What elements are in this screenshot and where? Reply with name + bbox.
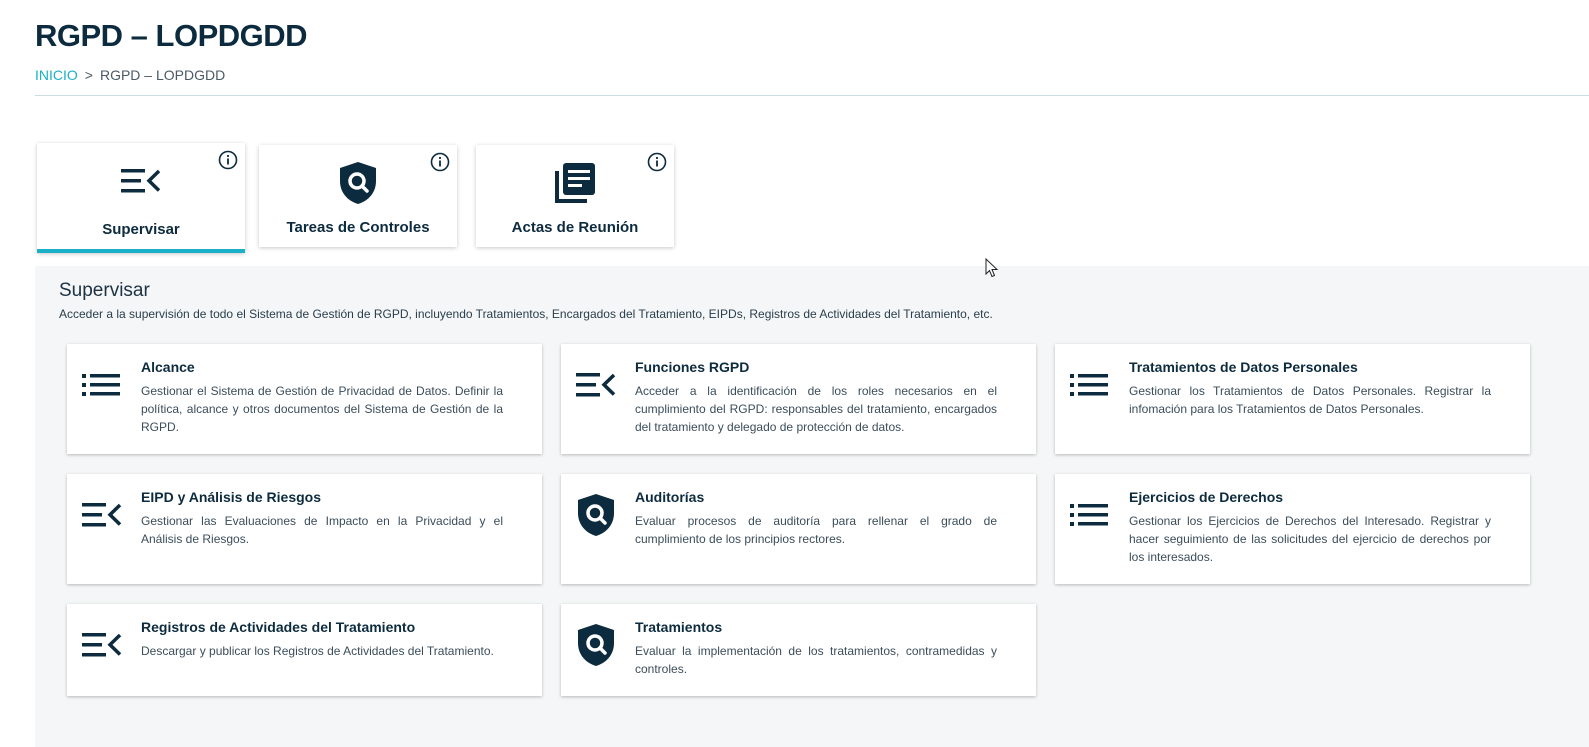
shield-search-icon bbox=[575, 624, 617, 666]
breadcrumb-current: RGPD – LOPDGDD bbox=[99, 67, 226, 83]
card-description: Evaluar procesos de auditoría para relle… bbox=[635, 514, 997, 546]
card-title: Funciones RGPD bbox=[635, 359, 750, 375]
info-icon[interactable] bbox=[647, 152, 667, 172]
info-icon[interactable] bbox=[218, 150, 238, 170]
header-divider bbox=[35, 95, 1589, 96]
info-icon[interactable] bbox=[430, 152, 450, 172]
list-collapse-icon bbox=[81, 624, 123, 666]
card-title: Auditorías bbox=[635, 489, 705, 505]
card-title: Alcance bbox=[141, 359, 195, 375]
card-tratamientos[interactable]: Tratamientos Evaluar la implementación d… bbox=[561, 604, 1036, 696]
card-title: Tratamientos de Datos Personales bbox=[1129, 359, 1358, 375]
card-description: Gestionar el Sistema de Gestión de Priva… bbox=[141, 384, 503, 434]
card-ejercicios-derechos[interactable]: Ejercicios de Derechos Gestionar los Eje… bbox=[1055, 474, 1530, 584]
card-auditorias[interactable]: Auditorías Evaluar procesos de auditoría… bbox=[561, 474, 1036, 584]
breadcrumb: INICIO > RGPD – LOPDGDD bbox=[35, 67, 225, 83]
documents-icon bbox=[553, 161, 597, 205]
card-tratamientos-datos-personales[interactable]: Tratamientos de Datos Personales Gestion… bbox=[1055, 344, 1530, 454]
list-collapse-icon bbox=[575, 364, 617, 406]
card-description: Gestionar las Evaluaciones de Impacto en… bbox=[141, 514, 503, 546]
tab-actas-de-reunion[interactable]: Actas de Reunión bbox=[476, 145, 674, 247]
card-eipd-analisis-riesgos[interactable]: EIPD y Análisis de Riesgos Gestionar las… bbox=[67, 474, 542, 584]
card-description: Gestionar los Tratamientos de Datos Pers… bbox=[1129, 384, 1491, 416]
shield-search-icon bbox=[339, 161, 377, 205]
tab-supervisar[interactable]: Supervisar bbox=[37, 143, 245, 253]
tab-tareas-de-controles[interactable]: Tareas de Controles bbox=[259, 145, 457, 247]
list-collapse-icon bbox=[121, 159, 161, 203]
card-description: Acceder a la identificación de los roles… bbox=[635, 384, 997, 434]
list-collapse-icon bbox=[81, 494, 123, 536]
breadcrumb-home-link[interactable]: INICIO bbox=[35, 67, 78, 83]
tab-label: Tareas de Controles bbox=[286, 219, 430, 236]
shield-search-icon bbox=[575, 494, 617, 536]
card-description: Descargar y publicar los Registros de Ac… bbox=[141, 644, 494, 658]
tab-label: Actas de Reunión bbox=[511, 219, 639, 236]
card-title: Tratamientos bbox=[635, 619, 723, 635]
section-title: Supervisar bbox=[59, 280, 150, 301]
card-title: Ejercicios de Derechos bbox=[1129, 489, 1284, 505]
breadcrumb-separator: > bbox=[84, 67, 93, 83]
card-description: Evaluar la implementación de los tratami… bbox=[635, 644, 997, 676]
card-registros-actividades[interactable]: Registros de Actividades del Tratamiento… bbox=[67, 604, 542, 696]
page-title: RGPD – LOPDGDD bbox=[35, 18, 308, 53]
list-icon bbox=[1069, 494, 1111, 536]
list-icon bbox=[1069, 364, 1111, 406]
list-icon bbox=[81, 364, 123, 406]
card-description: Gestionar los Ejercicios de Derechos del… bbox=[1129, 514, 1491, 564]
mouse-cursor-icon bbox=[985, 258, 999, 278]
section-description: Acceder a la supervisión de todo el Sist… bbox=[59, 307, 993, 321]
card-title: Registros de Actividades del Tratamiento bbox=[141, 619, 416, 635]
tab-bar: Supervisar Tareas de Controles Actas de … bbox=[37, 143, 688, 253]
supervisar-panel: Supervisar Acceder a la supervisión de t… bbox=[35, 266, 1589, 747]
card-alcance[interactable]: Alcance Gestionar el Sistema de Gestión … bbox=[67, 344, 542, 454]
card-title: EIPD y Análisis de Riesgos bbox=[141, 489, 321, 505]
tab-label: Supervisar bbox=[102, 221, 180, 238]
card-funciones-rgpd[interactable]: Funciones RGPD Acceder a la identificaci… bbox=[561, 344, 1036, 454]
